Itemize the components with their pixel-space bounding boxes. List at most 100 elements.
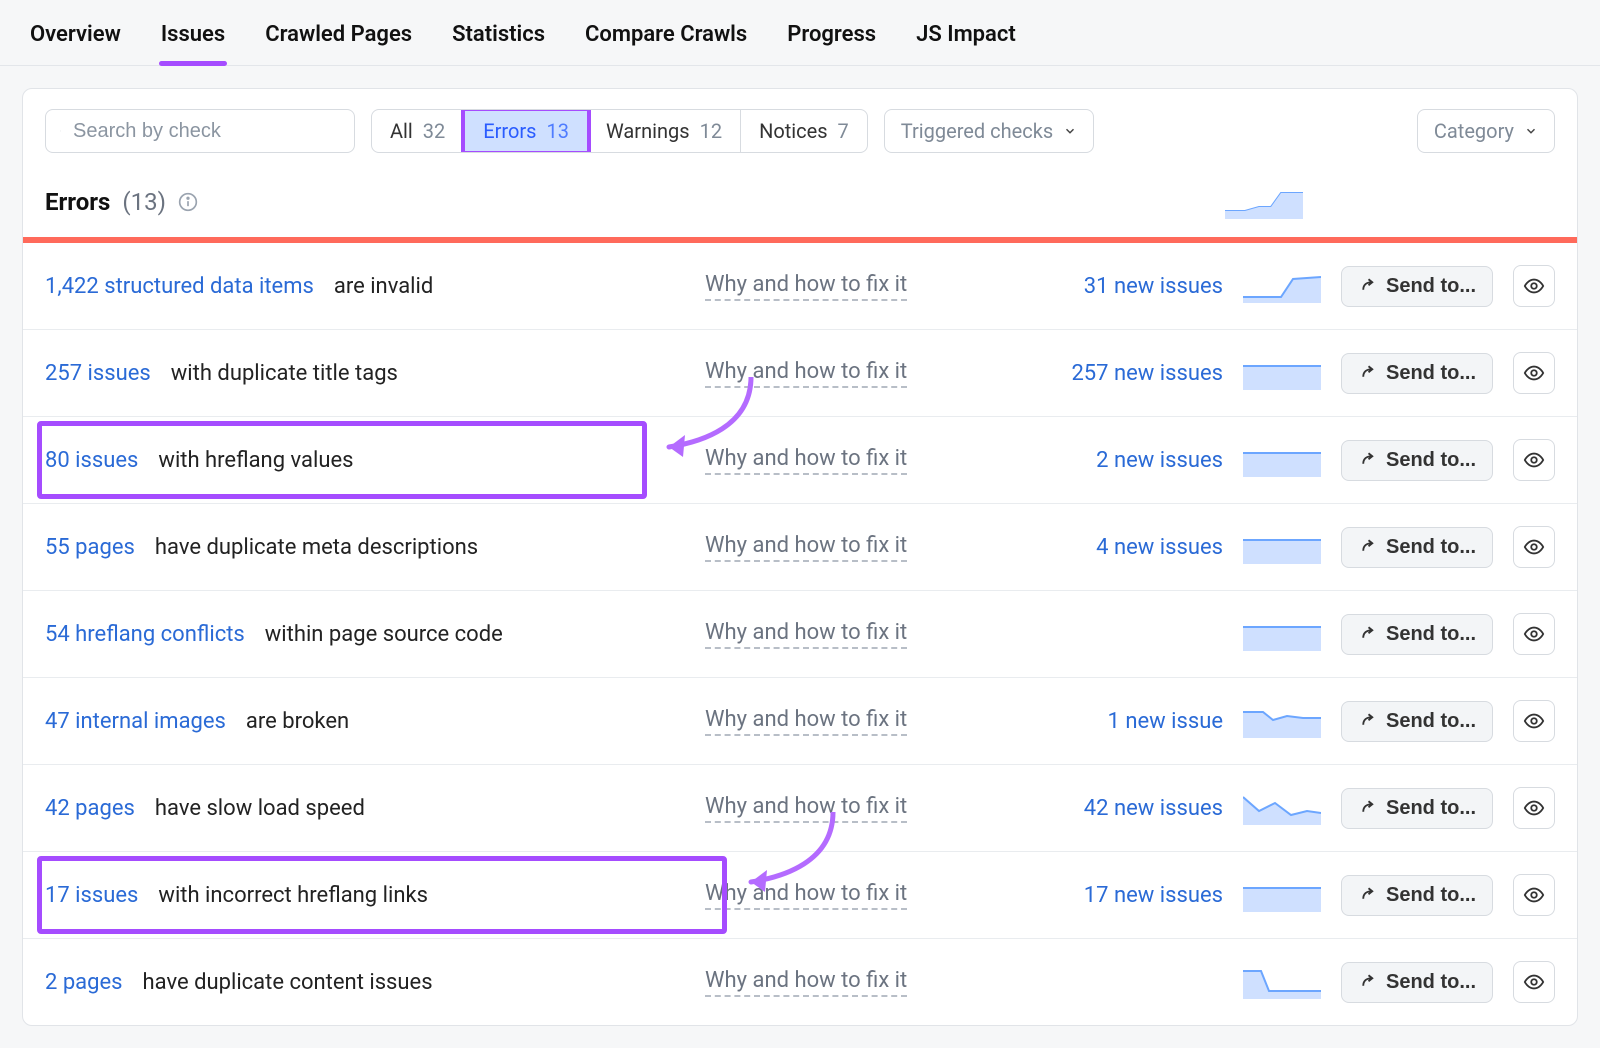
new-issues-link[interactable]: 42 new issues: [1013, 796, 1223, 821]
trend-sparkline: [1243, 356, 1321, 390]
send-to-button[interactable]: Send to...: [1341, 353, 1493, 394]
new-issues-link[interactable]: 257 new issues: [1013, 361, 1223, 386]
share-arrow-icon: [1358, 364, 1376, 382]
view-button[interactable]: [1513, 961, 1555, 1003]
send-to-button[interactable]: Send to...: [1341, 614, 1493, 655]
search-input[interactable]: [71, 119, 340, 144]
issue-count-link[interactable]: 2 pages: [45, 970, 123, 995]
new-issues-link[interactable]: 2 new issues: [1013, 448, 1223, 473]
why-fix-link[interactable]: Why and how to fix it: [705, 707, 907, 736]
issue-type-segmented: All 32 Errors 13 Warnings 12 Notices 7: [371, 109, 868, 153]
eye-icon: [1523, 536, 1545, 558]
top-nav: Overview Issues Crawled Pages Statistics…: [0, 0, 1600, 66]
tab-issues[interactable]: Issues: [159, 12, 227, 65]
send-to-button[interactable]: Send to...: [1341, 266, 1493, 307]
triggered-checks-dropdown[interactable]: Triggered checks: [884, 109, 1094, 153]
view-button[interactable]: [1513, 526, 1555, 568]
issue-description: 54 hreflang conflicts within page source…: [45, 622, 685, 647]
filter-warnings[interactable]: Warnings 12: [588, 110, 741, 152]
tab-compare-crawls[interactable]: Compare Crawls: [583, 12, 749, 65]
why-fix-link[interactable]: Why and how to fix it: [705, 968, 907, 997]
tab-js-impact[interactable]: JS Impact: [914, 12, 1018, 65]
trend-sparkline: [1243, 965, 1321, 999]
view-button[interactable]: [1513, 352, 1555, 394]
trend-sparkline: [1243, 617, 1321, 651]
issue-count-link[interactable]: 257 issues: [45, 361, 151, 386]
issue-count-link[interactable]: 55 pages: [45, 535, 135, 560]
view-button[interactable]: [1513, 439, 1555, 481]
share-arrow-icon: [1358, 886, 1376, 904]
issue-count-link[interactable]: 80 issues: [45, 448, 138, 473]
tab-overview[interactable]: Overview: [28, 12, 123, 65]
why-fix-link[interactable]: Why and how to fix it: [705, 533, 907, 562]
issue-count-link[interactable]: 17 issues: [45, 883, 138, 908]
why-fix-link[interactable]: Why and how to fix it: [705, 359, 907, 388]
why-fix-link[interactable]: Why and how to fix it: [705, 446, 907, 475]
eye-icon: [1523, 884, 1545, 906]
issue-row: 54 hreflang conflicts within page source…: [23, 591, 1577, 678]
chevron-down-icon: [1524, 124, 1538, 138]
issue-count-link[interactable]: 47 internal images: [45, 709, 226, 734]
why-fix-link[interactable]: Why and how to fix it: [705, 272, 907, 301]
issue-row: 80 issues with hreflang values Why and h…: [23, 417, 1577, 504]
filter-all[interactable]: All 32: [372, 110, 464, 152]
issue-text: are broken: [246, 709, 349, 734]
filter-notices-label: Notices: [759, 119, 827, 143]
info-icon[interactable]: [178, 192, 198, 212]
issue-text: have duplicate meta descriptions: [155, 535, 478, 560]
issue-count-link[interactable]: 1,422 structured data items: [45, 274, 314, 299]
category-dropdown[interactable]: Category: [1417, 109, 1555, 153]
filter-bar: All 32 Errors 13 Warnings 12 Notices 7 T…: [23, 89, 1577, 167]
issue-row: 257 issues with duplicate title tags Why…: [23, 330, 1577, 417]
issue-text: have slow load speed: [155, 796, 365, 821]
send-to-button[interactable]: Send to...: [1341, 527, 1493, 568]
send-to-button[interactable]: Send to...: [1341, 440, 1493, 481]
issue-count-link[interactable]: 42 pages: [45, 796, 135, 821]
issue-description: 2 pages have duplicate content issues: [45, 970, 685, 995]
trend-sparkline: [1243, 269, 1321, 303]
issue-description: 80 issues with hreflang values: [45, 448, 685, 473]
triggered-checks-label: Triggered checks: [901, 119, 1053, 143]
share-arrow-icon: [1358, 799, 1376, 817]
view-button[interactable]: [1513, 265, 1555, 307]
search-icon: [60, 122, 61, 140]
issue-count-link[interactable]: 54 hreflang conflicts: [45, 622, 245, 647]
chevron-down-icon: [1063, 124, 1077, 138]
view-button[interactable]: [1513, 874, 1555, 916]
trend-sparkline: [1243, 878, 1321, 912]
eye-icon: [1523, 971, 1545, 993]
eye-icon: [1523, 623, 1545, 645]
view-button[interactable]: [1513, 700, 1555, 742]
view-button[interactable]: [1513, 787, 1555, 829]
search-input-wrapper[interactable]: [45, 109, 355, 153]
share-arrow-icon: [1358, 277, 1376, 295]
filter-warnings-label: Warnings: [606, 119, 690, 143]
issue-text: with duplicate title tags: [171, 361, 398, 386]
send-to-button[interactable]: Send to...: [1341, 875, 1493, 916]
tab-statistics[interactable]: Statistics: [450, 12, 547, 65]
share-arrow-icon: [1358, 625, 1376, 643]
share-arrow-icon: [1358, 451, 1376, 469]
why-fix-link[interactable]: Why and how to fix it: [705, 620, 907, 649]
filter-notices[interactable]: Notices 7: [741, 110, 867, 152]
issue-row: 42 pages have slow load speed Why and ho…: [23, 765, 1577, 852]
send-to-button[interactable]: Send to...: [1341, 701, 1493, 742]
trend-sparkline: [1225, 185, 1303, 219]
issue-row: 1,422 structured data items are invalid …: [23, 243, 1577, 330]
new-issues-link[interactable]: 1 new issue: [1013, 709, 1223, 734]
tab-progress[interactable]: Progress: [785, 12, 878, 65]
why-fix-link[interactable]: Why and how to fix it: [705, 794, 907, 823]
why-fix-link[interactable]: Why and how to fix it: [705, 881, 907, 910]
new-issues-link[interactable]: 4 new issues: [1013, 535, 1223, 560]
issue-description: 42 pages have slow load speed: [45, 796, 685, 821]
new-issues-link[interactable]: 31 new issues: [1013, 274, 1223, 299]
issues-panel: All 32 Errors 13 Warnings 12 Notices 7 T…: [22, 88, 1578, 1026]
send-to-button[interactable]: Send to...: [1341, 788, 1493, 829]
new-issues-link[interactable]: 17 new issues: [1013, 883, 1223, 908]
issue-description: 257 issues with duplicate title tags: [45, 361, 685, 386]
issue-text: have duplicate content issues: [143, 970, 433, 995]
view-button[interactable]: [1513, 613, 1555, 655]
filter-errors[interactable]: Errors 13: [463, 109, 589, 153]
issue-text: with hreflang values: [158, 448, 353, 473]
tab-crawled-pages[interactable]: Crawled Pages: [263, 12, 414, 65]
